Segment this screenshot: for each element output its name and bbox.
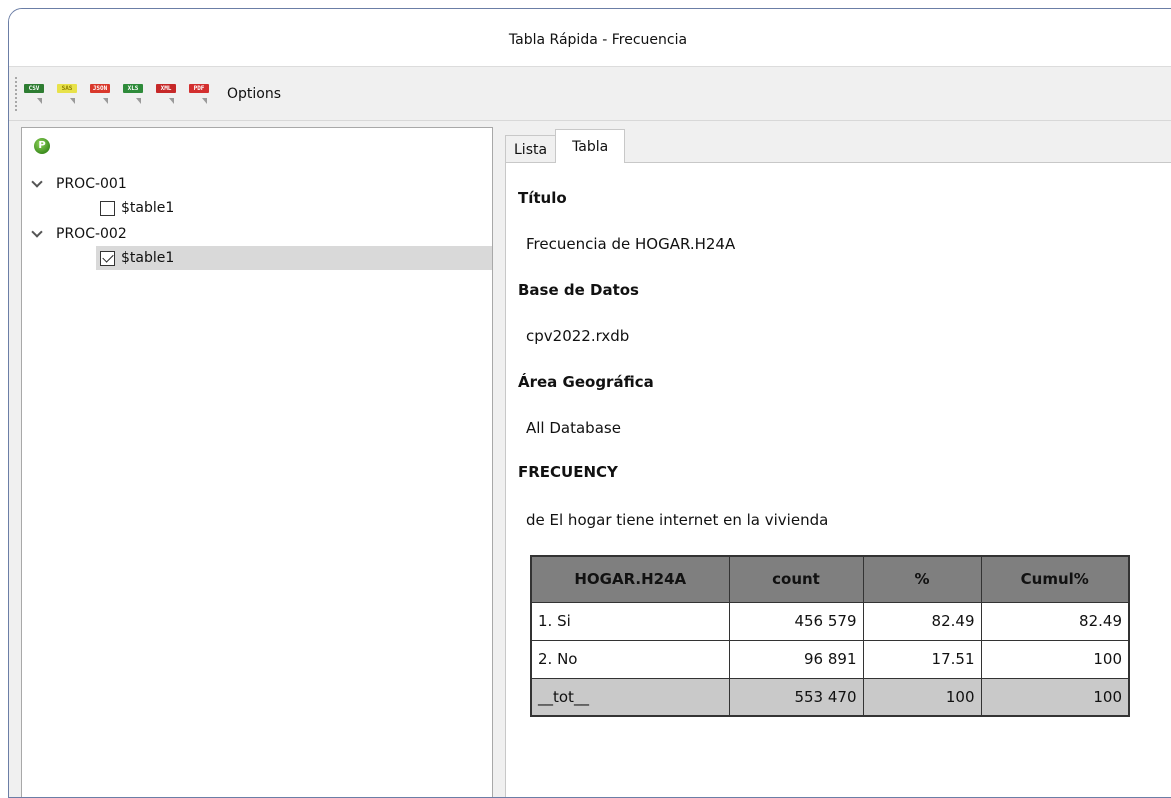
column-header: Cumul%	[980, 555, 1130, 603]
table-header-row: HOGAR.H24A count % Cumul%	[530, 555, 1130, 603]
table-row: 1. Si 456 579 82.49 82.49	[530, 601, 1130, 641]
frequency-table: HOGAR.H24A count % Cumul% 1. Si 456 579 …	[530, 555, 1130, 717]
export-pdf-button[interactable]: PDF	[186, 76, 218, 112]
frequency-description: de El hogar tiene internet en la viviend…	[526, 511, 829, 529]
frequency-heading: FRECUENCY	[518, 463, 618, 481]
export-xml-button[interactable]: XML	[153, 76, 185, 112]
sas-icon: SAS	[57, 83, 77, 93]
table-cell: 553 470	[728, 677, 864, 717]
csv-icon: CSV	[24, 83, 44, 93]
dropdown-arrow-icon[interactable]	[169, 97, 174, 104]
area-heading: Área Geográfica	[518, 373, 654, 391]
chevron-down-icon[interactable]	[32, 179, 42, 189]
table-cell: 1. Si	[530, 601, 730, 641]
xls-icon: XLS	[123, 83, 143, 93]
xml-icon: XML	[156, 83, 176, 93]
tab-lista[interactable]: Lista	[505, 135, 557, 163]
main-content: P PROC-001 $table1 PROC-002 $table1 List…	[9, 121, 1171, 797]
table-cell: 100	[980, 639, 1130, 679]
table-checkbox-checked[interactable]	[100, 250, 115, 266]
tree-item-label: PROC-001	[56, 176, 127, 192]
export-csv-button[interactable]: CSV	[21, 76, 53, 112]
tree-item-label: $table1	[121, 200, 175, 216]
table-cell: 82.49	[862, 601, 982, 641]
dropdown-arrow-icon[interactable]	[103, 97, 108, 104]
report-panel: Título Frecuencia de HOGAR.H24A Base de …	[505, 162, 1171, 797]
table-cell: __tot__	[530, 677, 730, 717]
tree-item-proc-001[interactable]: PROC-001	[32, 172, 127, 196]
area-value: All Database	[526, 419, 621, 437]
table-cell: 100	[862, 677, 982, 717]
app-window: Tabla Rápida - Frecuencia CSV SAS JSON X…	[8, 8, 1171, 798]
title-bar: Tabla Rápida - Frecuencia	[9, 9, 1171, 67]
tree-item-proc-002-table[interactable]: $table1	[96, 246, 492, 270]
table-cell: 100	[980, 677, 1130, 717]
database-heading: Base de Datos	[518, 281, 639, 299]
dropdown-arrow-icon[interactable]	[202, 97, 207, 104]
column-header: HOGAR.H24A	[530, 555, 730, 603]
column-header: %	[862, 555, 982, 603]
json-icon: JSON	[90, 83, 110, 93]
tab-tabla[interactable]: Tabla	[555, 129, 626, 163]
window-title: Tabla Rápida - Frecuencia	[508, 31, 688, 48]
column-header: count	[728, 555, 864, 603]
export-sas-button[interactable]: SAS	[54, 76, 86, 112]
procedure-icon: P	[34, 138, 50, 154]
dropdown-arrow-icon[interactable]	[37, 97, 42, 104]
export-json-button[interactable]: JSON	[87, 76, 119, 112]
procedure-tree[interactable]: P PROC-001 $table1 PROC-002 $table1	[21, 127, 493, 797]
dropdown-arrow-icon[interactable]	[136, 97, 141, 104]
pdf-icon: PDF	[189, 83, 209, 93]
options-button[interactable]: Options	[227, 86, 281, 102]
table-cell: 96 891	[728, 639, 864, 679]
tree-item-label: $table1	[121, 250, 175, 266]
dropdown-arrow-icon[interactable]	[70, 97, 75, 104]
export-xls-button[interactable]: XLS	[120, 76, 152, 112]
view-tabs: Lista Tabla	[505, 127, 626, 163]
table-row: 2. No 96 891 17.51 100	[530, 639, 1130, 679]
table-cell: 17.51	[862, 639, 982, 679]
title-heading: Título	[518, 189, 567, 207]
table-cell: 2. No	[530, 639, 730, 679]
tree-item-proc-002[interactable]: PROC-002	[32, 222, 127, 246]
title-value: Frecuencia de HOGAR.H24A	[526, 235, 736, 253]
toolbar-grip[interactable]	[15, 76, 19, 111]
toolbar: CSV SAS JSON XLS XML PDF Options	[9, 67, 1171, 121]
chevron-down-icon[interactable]	[32, 229, 42, 239]
tree-item-label: PROC-002	[56, 226, 127, 242]
table-checkbox[interactable]	[100, 200, 115, 216]
database-value: cpv2022.rxdb	[526, 327, 630, 345]
table-cell: 456 579	[728, 601, 864, 641]
table-cell: 82.49	[980, 601, 1130, 641]
tree-item-proc-001-table[interactable]: $table1	[100, 196, 174, 220]
table-total-row: __tot__ 553 470 100 100	[530, 677, 1130, 717]
